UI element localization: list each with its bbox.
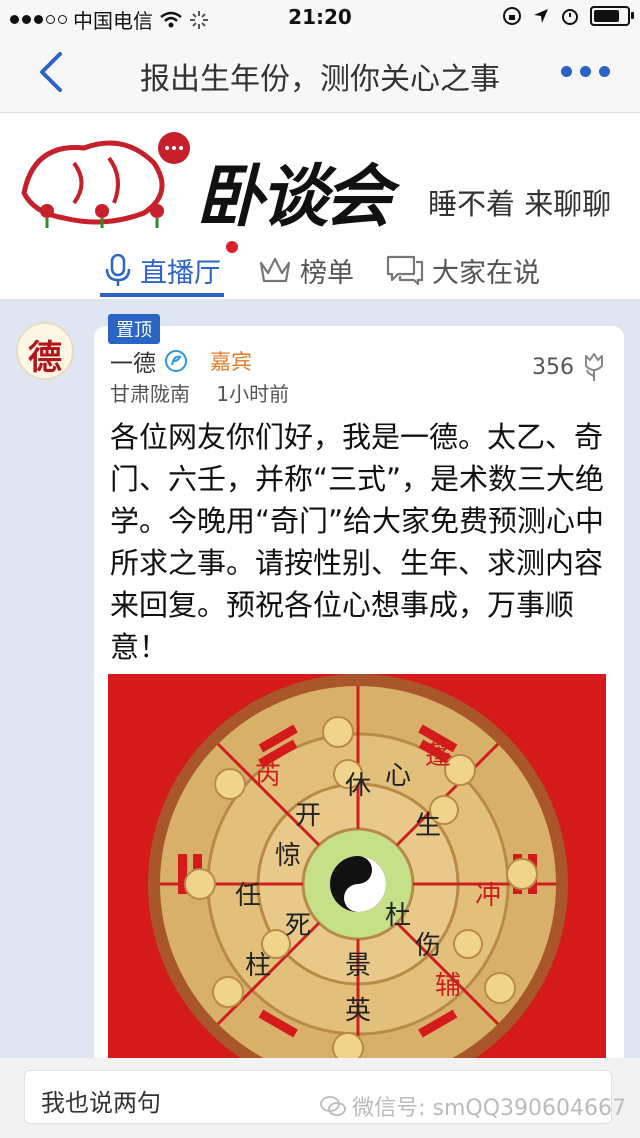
avatar-char: 德 [28, 338, 62, 378]
status-right [502, 6, 634, 26]
post-body: 各位网友你们好，我是一德。太乙、奇门、六壬，并称“三式”，是术数三大绝学。今晚用… [110, 420, 605, 664]
active-tab-indicator [100, 293, 224, 297]
crown-icon [259, 257, 291, 283]
avatar[interactable]: 德 [16, 322, 74, 380]
photo-char: 任 [235, 881, 261, 911]
alarm-icon [562, 9, 578, 25]
tab-bar: 直播厅 榜单 大家在说 [0, 243, 640, 299]
flower-icon [585, 353, 603, 381]
post-image[interactable]: 休 生 伤 杜 景 死 惊 开 英 辅 冲 任 柱 心 蓬 芮 [108, 674, 606, 1066]
photo-char: 柱 [245, 951, 271, 981]
chat-bubbles-icon [386, 255, 424, 286]
qimen-board-image: 休 生 伤 杜 景 死 惊 开 英 辅 冲 任 柱 心 蓬 芮 [108, 674, 606, 1066]
rotation-lock-icon [503, 7, 521, 25]
comment-placeholder: 我也说两句 [41, 1089, 161, 1117]
photo-char: 杜 [385, 901, 411, 931]
tab-everyone-says[interactable]: 大家在说 [386, 243, 540, 297]
logo-text: 卧谈会 [196, 158, 392, 237]
photo-char: 开 [295, 801, 321, 831]
photo-char: 伤 [415, 931, 441, 961]
tab-live-hall-label: 直播厅 [140, 257, 221, 289]
nav-bar: 报出生年份，测你关心之事 [0, 34, 640, 113]
photo-char: 心 [385, 761, 411, 791]
tab-ranking[interactable]: 榜单 [258, 243, 354, 297]
page-title: 报出生年份，测你关心之事 [140, 62, 500, 97]
photo-char: 休 [345, 771, 371, 801]
tab-live-hall[interactable]: 直播厅 [104, 243, 221, 297]
notification-dot [226, 241, 238, 253]
wechat-icon [320, 1096, 346, 1116]
author-name[interactable]: 一德 [110, 344, 156, 378]
status-bar: 中国电信 21:20 [0, 0, 640, 34]
verified-badge-icon [165, 350, 187, 372]
post-time: 1小时前 [216, 382, 290, 406]
microphone-icon [105, 253, 131, 286]
author-row: 一德 [110, 344, 188, 378]
photo-char: 死 [285, 911, 311, 941]
photo-char: 英 [345, 996, 371, 1026]
photo-char: 惊 [275, 841, 301, 871]
photo-char: 蓬 [425, 741, 451, 771]
more-options-icon[interactable] [561, 66, 610, 77]
watermark: 微信号: smQQ390604667 [320, 1090, 626, 1122]
post-location: 甘肃陇南 [110, 382, 190, 406]
photo-char: 冲 [475, 881, 501, 911]
header-banner: 卧谈会 睡不着 来聊聊 直播厅 榜单 大家在说 [0, 113, 640, 299]
logo-pig-icon [21, 132, 190, 228]
pinned-badge: 置顶 [108, 314, 160, 344]
photo-char: 芮 [255, 761, 281, 791]
post-card: 一德 嘉宾 甘肃陇南 1小时前 356 各位网友你们好，我是一德。太乙、奇门、六… [94, 326, 624, 1066]
photo-char: 辅 [435, 971, 461, 1001]
guest-badge: 嘉宾 [210, 350, 252, 374]
watermark-text: 微信号: smQQ390604667 [352, 1096, 626, 1121]
slogan: 睡不着 来聊聊 [428, 187, 612, 221]
post-meta: 甘肃陇南 1小时前 [110, 378, 289, 407]
battery-icon [590, 6, 634, 26]
location-icon [534, 9, 548, 23]
like-counter[interactable]: 356 [532, 352, 606, 382]
tab-everyone-says-label: 大家在说 [432, 257, 540, 289]
tab-ranking-label: 榜单 [300, 257, 354, 289]
like-count: 356 [532, 354, 574, 380]
photo-char: 生 [415, 811, 441, 841]
photo-char: 景 [345, 951, 371, 981]
